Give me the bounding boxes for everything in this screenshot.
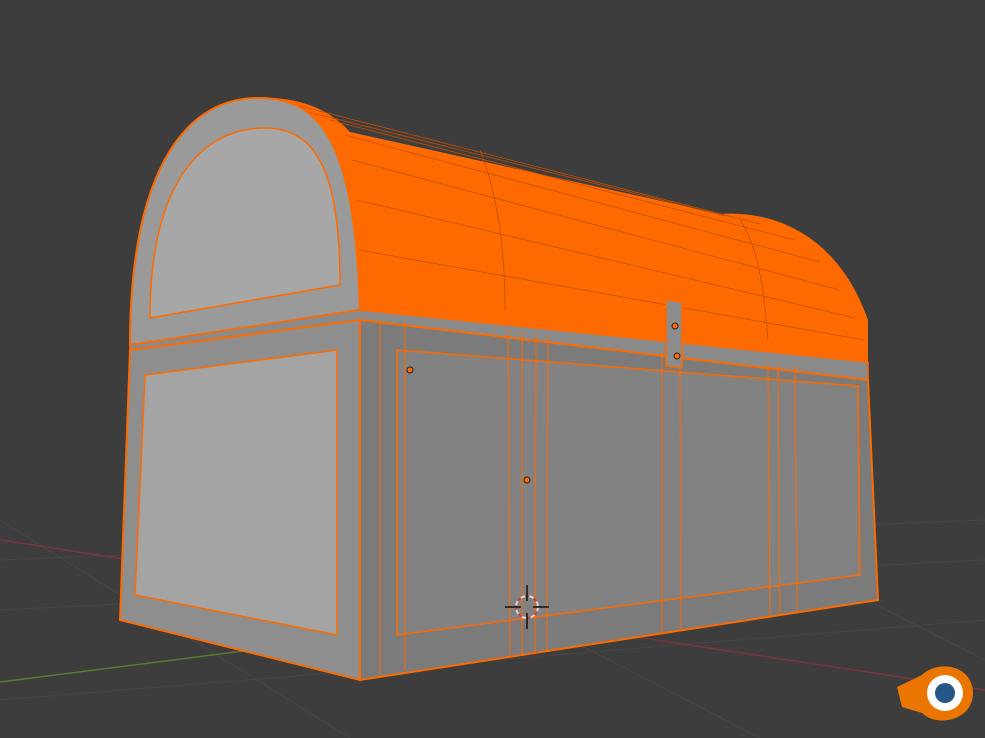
body-left-panel bbox=[134, 349, 338, 636]
blender-logo-icon bbox=[897, 666, 973, 721]
treasure-chest-mesh[interactable] bbox=[118, 96, 880, 682]
3d-viewport[interactable] bbox=[0, 0, 985, 738]
